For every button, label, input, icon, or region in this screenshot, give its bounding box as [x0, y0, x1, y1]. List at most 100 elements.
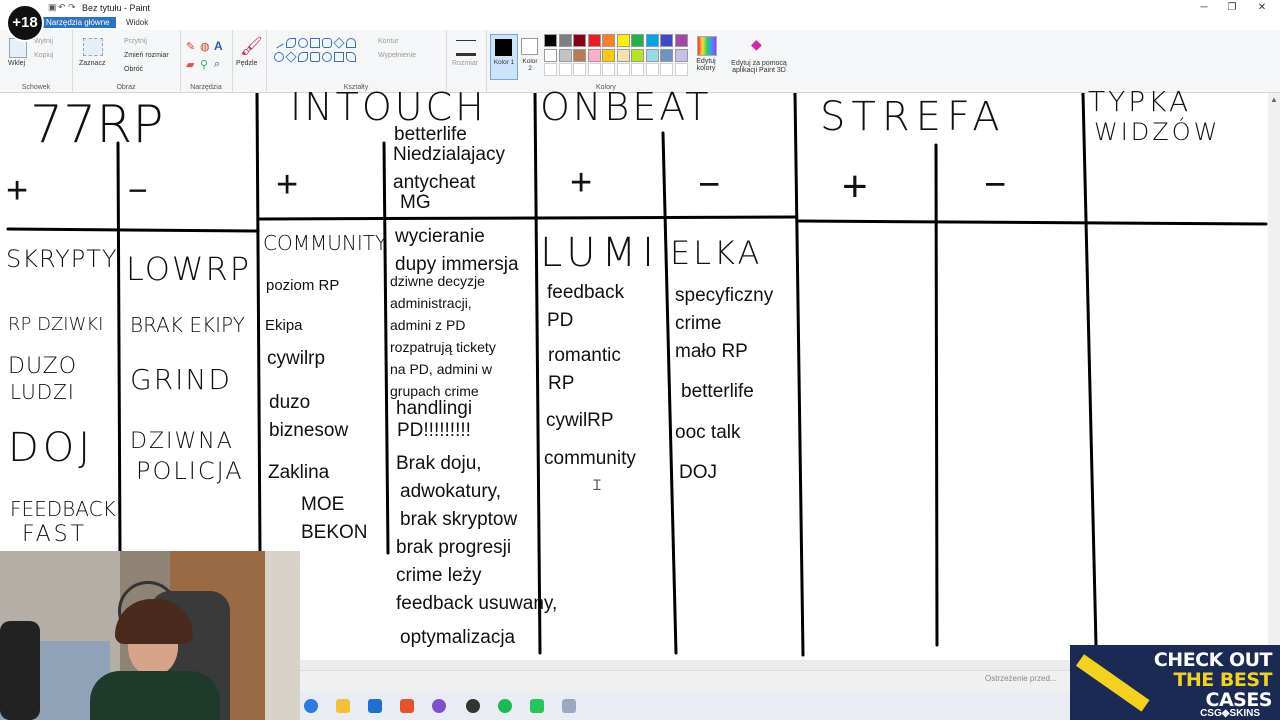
color1-box[interactable]: Kolor 1 — [490, 34, 518, 80]
palette-swatch-empty[interactable] — [573, 63, 586, 76]
spotify-icon[interactable] — [498, 699, 512, 713]
palette-swatch-empty[interactable] — [631, 63, 644, 76]
palette-swatch-empty[interactable] — [616, 63, 630, 76]
paint3d-button[interactable]: Edytuj za pomocą aplikacji Paint 3D — [727, 60, 791, 74]
csgoskins-ad[interactable]: CHECK OUT THE BEST CASES CSG◆SKINS — [1070, 645, 1280, 720]
outline-dropdown[interactable]: Kontur — [378, 38, 399, 45]
fill-icon[interactable]: ◍ — [200, 40, 210, 53]
color-picker-icon[interactable]: ⚲ — [200, 58, 208, 71]
brushes-button[interactable]: Pędzle — [236, 60, 257, 67]
palette-swatch[interactable] — [558, 34, 572, 47]
select-button[interactable]: Zaznacz — [79, 60, 105, 67]
copy-button[interactable]: Kopiuj — [34, 52, 53, 59]
diamond-shape-icon[interactable] — [333, 37, 345, 49]
size-icon[interactable] — [456, 40, 476, 56]
minimize-button[interactable]: ─ — [1190, 0, 1218, 16]
oval-shape-icon[interactable] — [298, 38, 308, 48]
paste-button[interactable]: Wklej — [8, 60, 25, 67]
palette-swatch-empty[interactable] — [587, 63, 601, 76]
palette-swatch[interactable] — [544, 34, 557, 47]
crop-button[interactable]: Przytnij — [124, 38, 147, 45]
palette-swatch[interactable] — [674, 34, 688, 47]
size-button[interactable]: Rozmiar — [452, 60, 478, 67]
tab-view[interactable]: Widok — [120, 17, 154, 28]
brave-icon[interactable] — [400, 699, 414, 713]
palette-swatch[interactable] — [573, 34, 586, 47]
palette-swatch-empty[interactable] — [674, 63, 688, 76]
close-button[interactable]: ✕ — [1248, 0, 1276, 16]
rotate-button[interactable]: Obróć — [124, 66, 143, 73]
cut-button[interactable]: Wytnij — [34, 38, 53, 45]
brush-icon[interactable]: 🖌 — [240, 36, 263, 57]
kick-icon[interactable] — [530, 699, 544, 713]
palette-swatch[interactable] — [631, 48, 644, 62]
palette-swatch[interactable] — [573, 48, 586, 62]
intouch-plus-item: Ekipa — [265, 317, 303, 334]
pencil-icon[interactable]: ✎ — [186, 40, 195, 53]
save-icon[interactable]: ▣ — [48, 2, 57, 13]
mail-icon[interactable] — [368, 699, 382, 713]
curve-shape-icon[interactable] — [286, 38, 296, 48]
palette-swatch[interactable] — [616, 48, 630, 62]
eraser-icon[interactable]: ▰ — [186, 58, 194, 71]
lightning-shape-icon[interactable] — [346, 52, 356, 62]
palette-swatch[interactable] — [602, 34, 615, 47]
webcam-person-shirt — [90, 671, 220, 720]
resize-button[interactable]: Zmień rozmiar — [124, 52, 169, 59]
heart-shape-icon[interactable] — [334, 52, 344, 62]
scroll-up-icon[interactable]: ▲ — [1270, 95, 1278, 104]
palette-swatch[interactable] — [674, 48, 688, 62]
maximize-button[interactable]: ❐ — [1218, 0, 1246, 16]
color2-label: Kolor 2 — [522, 58, 538, 72]
redo-icon[interactable]: ↷ — [68, 2, 76, 13]
palette-swatch[interactable] — [616, 34, 630, 47]
palette-swatch[interactable] — [544, 48, 557, 62]
line-shape-icon[interactable] — [272, 36, 284, 49]
tab-home[interactable]: Narzędzia główne — [40, 17, 116, 28]
arrow-shape-icon[interactable] — [298, 52, 308, 62]
palette-swatch[interactable] — [587, 48, 601, 62]
text-icon[interactable]: A — [214, 39, 223, 53]
palette-swatch[interactable] — [631, 34, 644, 47]
group-brushes: 🖌 Pędzle — [232, 30, 267, 92]
group-shapes: Kontur Wypełnienie Kształty — [266, 30, 447, 92]
pentagon-shape-icon[interactable] — [285, 51, 297, 63]
header-onbeat: ONBEAT — [540, 85, 712, 129]
onbeat-minus-item: DOJ — [679, 462, 717, 483]
edit-colors-button[interactable]: Edytuj kolory — [691, 58, 721, 72]
palette-swatch-empty[interactable] — [544, 63, 557, 76]
palette-swatch[interactable] — [558, 48, 572, 62]
palette-swatch[interactable] — [602, 48, 615, 62]
palette-swatch-empty[interactable] — [602, 63, 615, 76]
edit-colors-icon[interactable] — [697, 36, 717, 56]
palette-swatch[interactable] — [645, 48, 659, 62]
undo-icon[interactable]: ↶ — [58, 2, 66, 13]
palette-swatch-empty[interactable] — [558, 63, 572, 76]
onbeat-minus-item: specyficzny — [675, 285, 774, 306]
palette-swatch-empty[interactable] — [645, 63, 659, 76]
palette-swatch[interactable] — [660, 34, 673, 47]
onbeat-plus-item: cywilRP — [546, 410, 614, 431]
onbeat-lumi-heading: LUMI — [540, 230, 660, 276]
r77-minus-item: DZIWNA — [130, 429, 234, 454]
folder-icon[interactable] — [336, 699, 350, 713]
hexagon-shape-icon[interactable] — [274, 52, 284, 62]
edge-icon[interactable] — [304, 699, 318, 713]
triangle-shape-icon[interactable] — [346, 38, 356, 48]
rounded-rect-shape-icon[interactable] — [322, 38, 332, 48]
vertical-scrollbar[interactable]: ▲ ▼ — [1268, 93, 1280, 660]
paint-icon[interactable] — [562, 699, 576, 713]
rectangle-shape-icon[interactable] — [310, 38, 320, 48]
discord-icon[interactable] — [432, 699, 446, 713]
callout-shape-icon[interactable] — [322, 52, 332, 62]
color2-swatch[interactable] — [521, 38, 538, 55]
fill-dropdown[interactable]: Wypełnienie — [378, 52, 416, 59]
palette-swatch-empty[interactable] — [660, 63, 673, 76]
onbeat-minus-item: mało RP — [675, 341, 748, 362]
palette-swatch[interactable] — [660, 48, 673, 62]
star-shape-icon[interactable] — [310, 52, 320, 62]
magnifier-icon[interactable]: ⌕ — [214, 58, 220, 71]
obs-icon[interactable] — [466, 699, 480, 713]
palette-swatch[interactable] — [587, 34, 601, 47]
palette-swatch[interactable] — [645, 34, 659, 47]
